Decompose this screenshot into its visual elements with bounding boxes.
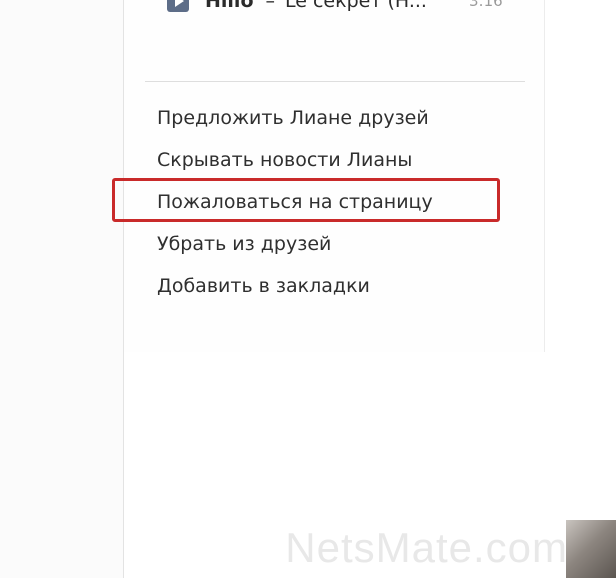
profile-actions-menu: Предложить Лиане друзей Скрывать новости… <box>157 97 433 307</box>
menu-item-add-bookmark[interactable]: Добавить в закладки <box>157 265 433 307</box>
track-separator: – <box>265 0 276 12</box>
corner-photo-thumbnail <box>566 520 616 578</box>
watermark-text: NetsMate.com <box>285 524 568 571</box>
play-icon[interactable] <box>167 0 189 12</box>
track-title: Le секрет (H... <box>285 0 427 12</box>
left-page-area <box>0 0 124 578</box>
menu-divider <box>145 81 525 82</box>
panel-right-border <box>544 0 545 352</box>
menu-item-hide-news[interactable]: Скрывать новости Лианы <box>157 139 433 181</box>
track-duration: 3:16 <box>469 0 503 10</box>
menu-item-suggest-friends[interactable]: Предложить Лиане друзей <box>157 97 433 139</box>
now-playing-track[interactable]: Hillo – Le секрет (H... 3:16 <box>167 0 527 16</box>
track-artist: Hillo <box>205 0 254 12</box>
menu-item-remove-friend[interactable]: Убрать из друзей <box>157 223 433 265</box>
menu-item-report-page[interactable]: Пожаловаться на страницу <box>157 181 433 223</box>
